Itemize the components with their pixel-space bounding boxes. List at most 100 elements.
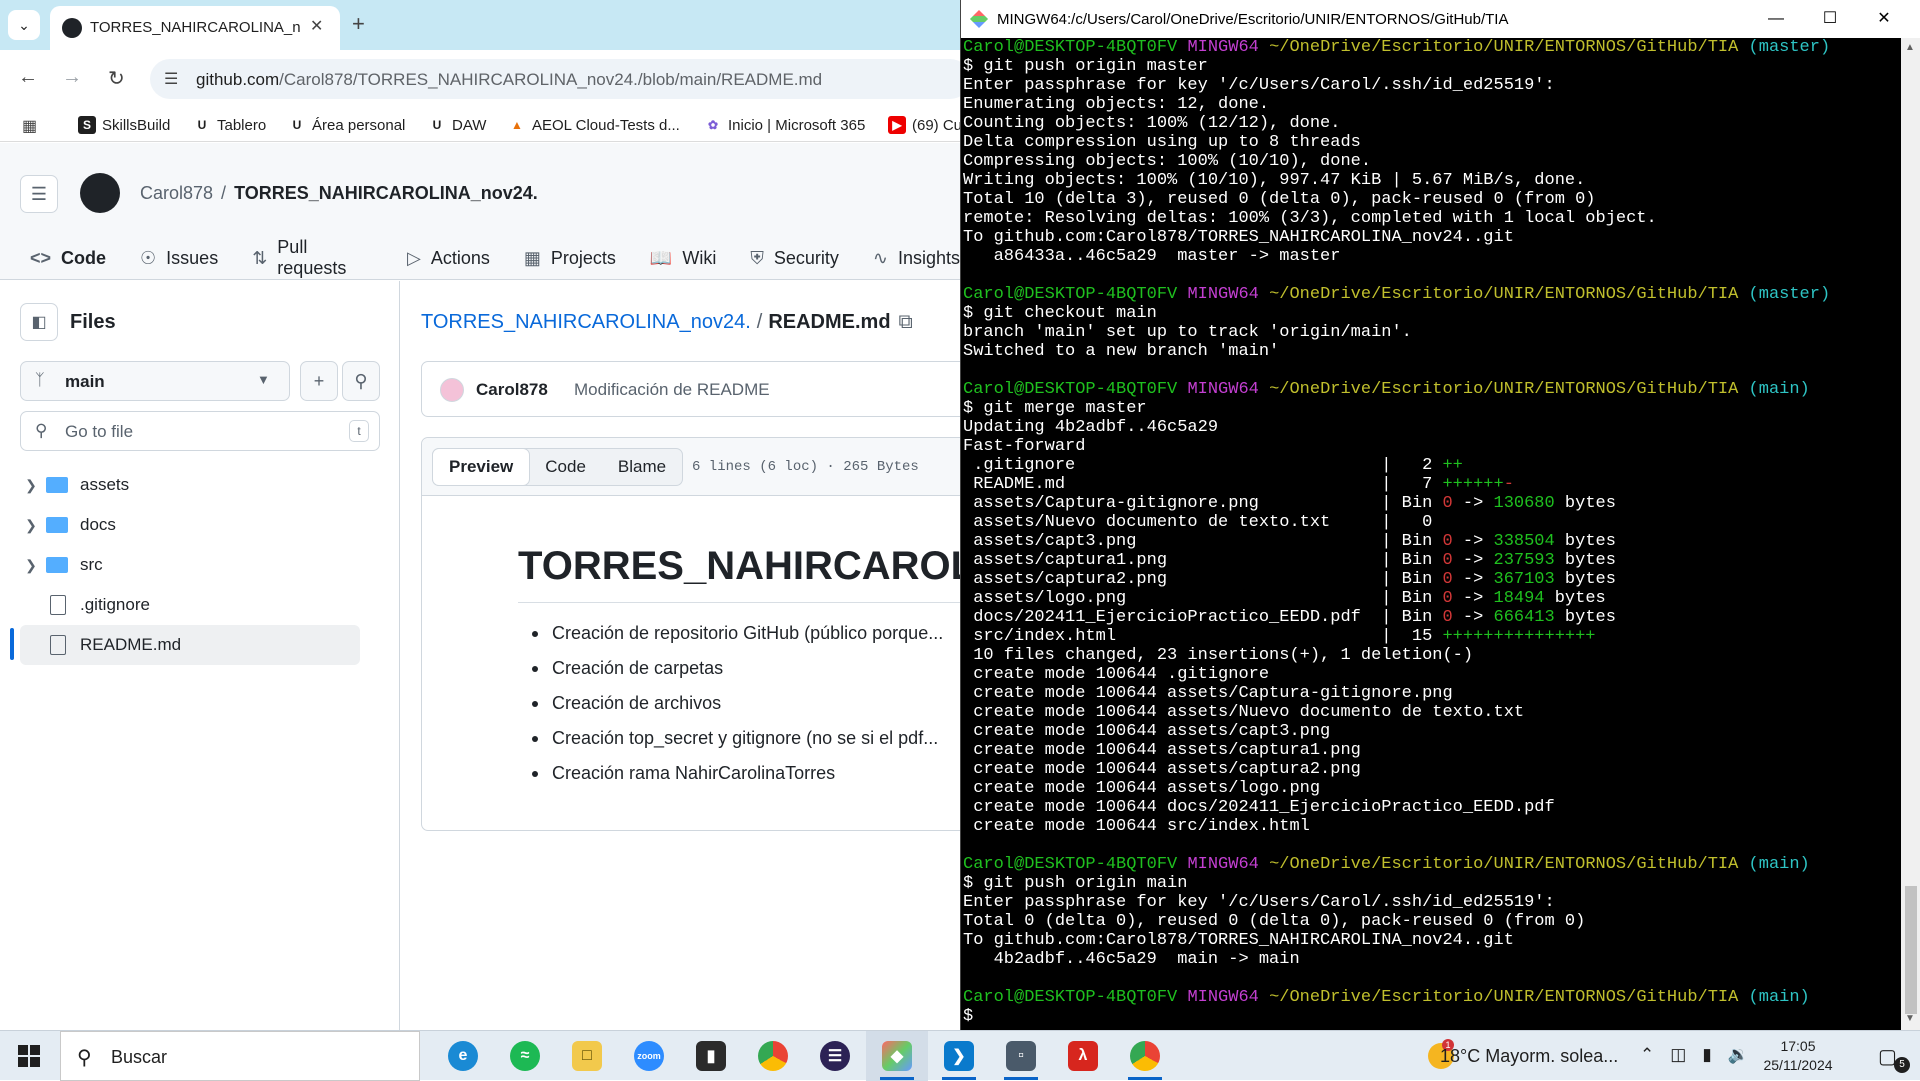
apps-grid-icon[interactable]: ▦ [22, 116, 37, 136]
terminal-scrollbar[interactable]: ▲ ▼ [1901, 38, 1920, 1030]
breadcrumb: TORRES_NAHIRCAROLINA_nov24. / README.md ⧉ [421, 311, 913, 333]
bookmark-area-personal[interactable]: U Área personal [288, 116, 406, 134]
address-url[interactable]: github.com/Carol878/TORRES_NAHIRCAROLINA… [196, 70, 822, 90]
tree-item-readme[interactable]: README.md [20, 625, 360, 665]
zoom-icon[interactable]: zoom [618, 1031, 680, 1081]
terminal-text: -> [1452, 494, 1494, 513]
terminal-text: create mode 100644 assets/capt3.png [963, 722, 1331, 741]
close-icon[interactable]: ✕ [1861, 6, 1907, 32]
menu-icon[interactable]: ☰ [20, 175, 58, 213]
terminal-line: To github.com:Carol878/TORRES_NAHIRCAROL… [963, 931, 1901, 950]
terminal-text: 0 [1442, 551, 1453, 570]
speaker-icon[interactable]: 🔉 [1728, 1045, 1749, 1065]
clock[interactable]: 17:05 25/11/2024 [1758, 1037, 1838, 1075]
commit-message[interactable]: Modificación de README [574, 380, 770, 400]
git-bash-app-icon[interactable]: ◆ [866, 1031, 928, 1081]
list-item: Creación de carpetas [518, 651, 943, 686]
windows-start-icon[interactable] [18, 1045, 40, 1067]
scrollbar-thumb[interactable] [1905, 886, 1917, 1014]
edge-icon[interactable]: e [432, 1031, 494, 1081]
minimize-icon[interactable]: — [1753, 6, 1799, 32]
terminal-line: .gitignore | 2 ++ [963, 456, 1901, 475]
tab-code-view[interactable]: Code [529, 449, 602, 485]
terminal-text: +++++++++++++++ [1442, 627, 1596, 646]
breadcrumb-repo-link[interactable]: TORRES_NAHIRCAROLINA_nov24. [421, 311, 751, 333]
address-bar[interactable]: ☰ github.com/Carol878/TORRES_NAHIRCAROLI… [150, 59, 960, 99]
terminal-text: 18494 [1493, 589, 1545, 608]
terminal-text: 10 files changed, 23 insertions(+), 1 de… [963, 646, 1474, 665]
weather-widget[interactable]: 18°C Mayorm. solea... [1440, 1046, 1618, 1067]
battery-icon[interactable]: ▮ [1702, 1045, 1711, 1065]
files-heading: Files [70, 311, 116, 333]
terminal-titlebar[interactable]: MINGW64:/c/Users/Carol/OneDrive/Escritor… [961, 0, 1920, 38]
forward-arrow-icon[interactable]: → [62, 66, 82, 89]
tab-issues[interactable]: ☉ Issues [140, 239, 218, 277]
new-tab-button[interactable]: + [352, 11, 365, 37]
scroll-up-icon[interactable]: ▲ [1905, 42, 1915, 53]
spotify-icon[interactable]: ≈ [494, 1031, 556, 1081]
tab-security[interactable]: ⛨ Security [750, 239, 839, 277]
chrome-profile-icon[interactable] [1114, 1031, 1176, 1081]
terminal-text: $ git checkout main [963, 304, 1157, 323]
sidebar-collapse-icon[interactable]: ◧ [20, 303, 58, 341]
aeol-icon: ▲ [511, 118, 523, 132]
terminal-app-icon[interactable]: ▮ [680, 1031, 742, 1081]
terminal-text: create mode 100644 assets/logo.png [963, 779, 1321, 798]
avatar[interactable] [440, 378, 464, 402]
go-to-file-input[interactable]: ⚲ Go to file t [20, 411, 380, 451]
tab-blame[interactable]: Blame [602, 449, 682, 485]
app-window-icon[interactable]: ▫ [990, 1031, 1052, 1081]
chevron-right-icon[interactable]: ❯ [16, 557, 46, 574]
taskbar-search[interactable]: ⚲ Buscar [60, 1031, 420, 1081]
tab-close-icon[interactable]: ✕ [310, 16, 323, 36]
chevron-right-icon[interactable]: ❯ [16, 477, 46, 494]
chevron-right-icon[interactable]: ❯ [16, 517, 46, 534]
tab-preview[interactable]: Preview [432, 448, 531, 486]
bookmark-youtube[interactable]: ▶(69) Cu… [888, 116, 960, 134]
tree-item-gitignore[interactable]: .gitignore [0, 585, 400, 625]
device-icon[interactable]: ◫ [1670, 1045, 1686, 1065]
search-files-button[interactable]: ⚲ [342, 361, 380, 401]
tree-item-assets[interactable]: ❯ assets [0, 465, 400, 505]
tab-actions[interactable]: ▷ Actions [407, 239, 490, 277]
commit-author[interactable]: Carol878 [476, 380, 548, 400]
tab-code[interactable]: <> Code [25, 239, 111, 283]
file-explorer-icon[interactable]: □ [556, 1031, 618, 1081]
back-arrow-icon[interactable]: ← [18, 66, 38, 89]
site-info-icon[interactable]: ☰ [164, 69, 178, 89]
tab-pull-requests[interactable]: ⇅ Pull requests [252, 237, 373, 278]
terminal-text: bytes [1554, 532, 1616, 551]
reload-icon[interactable]: ↻ [108, 66, 125, 91]
add-file-button[interactable]: + [300, 361, 338, 401]
terminal-text: Total 0 (delta 0), reused 0 (delta 0), p… [963, 912, 1586, 931]
browser-tab[interactable]: TORRES_NAHIRCAROLINA_nov2 ✕ [50, 6, 340, 50]
branch-selector[interactable]: ᛉ main ▼ [20, 361, 290, 401]
bookmark-skillsbuild[interactable]: S SkillsBuild [78, 116, 170, 134]
tree-item-src[interactable]: ❯ src [0, 545, 400, 585]
terminal-line: 10 files changed, 23 insertions(+), 1 de… [963, 646, 1901, 665]
tab-wiki[interactable]: 📖 Wiki [650, 239, 716, 277]
github-logo-icon[interactable] [80, 173, 120, 213]
tab-search-button[interactable]: ⌄ [8, 10, 40, 40]
chrome-icon[interactable] [742, 1031, 804, 1081]
bookmark-microsoft365[interactable]: ✿ Inicio | Microsoft 365 [704, 116, 865, 134]
bookmark-aeol[interactable]: ▲ AEOL Cloud-Tests d... [508, 116, 680, 134]
eclipse-icon[interactable]: ☰ [804, 1031, 866, 1081]
scroll-down-icon[interactable]: ▼ [1905, 1013, 1915, 1024]
copy-path-icon[interactable]: ⧉ [899, 311, 913, 333]
github-header: ☰ Carol878/TORRES_NAHIRCAROLINA_nov24. <… [0, 143, 960, 283]
repo-name-link[interactable]: TORRES_NAHIRCAROLINA_nov24. [234, 183, 538, 203]
tab-projects[interactable]: ▦ Projects [524, 239, 616, 277]
bookmark-daw[interactable]: U DAW [428, 116, 487, 134]
repo-owner-link[interactable]: Carol878 [140, 183, 213, 203]
maximize-icon[interactable]: ☐ [1807, 6, 1853, 32]
terminal-output[interactable]: Carol@DESKTOP-4BQT0FV MINGW64 ~/OneDrive… [963, 38, 1901, 1030]
tab-insights[interactable]: ∿ Insights [873, 239, 960, 277]
terminal-text: Carol@DESKTOP-4BQT0FV [963, 855, 1188, 874]
chevron-up-icon[interactable]: ⌃ [1640, 1045, 1654, 1065]
bookmark-tablero[interactable]: U Tablero [193, 116, 267, 134]
terminal-text: - [1503, 475, 1514, 494]
vscode-icon[interactable]: ❯ [928, 1031, 990, 1081]
tree-item-docs[interactable]: ❯ docs [0, 505, 400, 545]
acrobat-icon[interactable]: λ [1052, 1031, 1114, 1081]
